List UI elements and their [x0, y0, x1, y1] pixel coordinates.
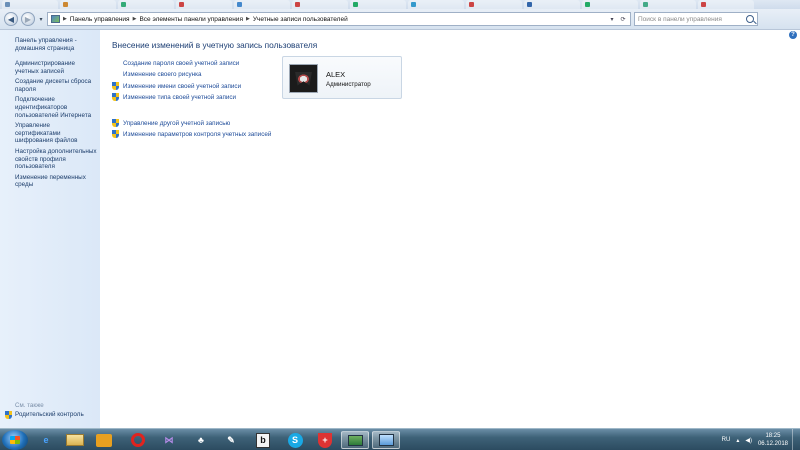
- environment-variables-link[interactable]: Изменение переменных среды: [15, 174, 97, 189]
- tab-strip-item: [350, 0, 406, 9]
- file-encryption-certificates-link[interactable]: Управление сертификатами шифрования файл…: [15, 122, 97, 145]
- left-task-links: Администрирование учетных записей Создан…: [15, 60, 97, 192]
- opera-icon[interactable]: [125, 431, 151, 449]
- notepad-icon[interactable]: b: [250, 431, 276, 449]
- task-label[interactable]: Изменение своего рисунка: [123, 71, 202, 78]
- task-change-type[interactable]: Изменение типа своей учетной записи: [112, 93, 236, 101]
- system-tray: RU ▴ ◀) 18:25 06.12.2018: [722, 429, 800, 450]
- show-desktop-button[interactable]: [792, 429, 800, 450]
- task-manage-other-account[interactable]: Управление другой учетной записью: [112, 119, 230, 127]
- background-tab-strip: [0, 0, 800, 9]
- parental-controls-item[interactable]: Родительский контроль: [5, 411, 84, 419]
- tab-strip-item: [234, 0, 290, 9]
- account-card: ALEX Администратор: [282, 56, 402, 99]
- control-panel-icon: [51, 15, 60, 23]
- page-title: Внесение изменений в учетную запись поль…: [112, 40, 318, 50]
- tab-strip-item: [524, 0, 580, 9]
- tab-strip-item: [698, 0, 754, 9]
- language-indicator[interactable]: RU: [722, 437, 731, 443]
- tab-strip-item: [408, 0, 464, 9]
- breadcrumb-separator[interactable]: ▶: [133, 16, 137, 22]
- account-role: Администратор: [326, 81, 371, 88]
- tab-strip-item: [60, 0, 116, 9]
- task-label[interactable]: Управление другой учетной записью: [123, 120, 230, 127]
- task-uac-settings[interactable]: Изменение параметров контроля учетных за…: [112, 130, 271, 138]
- breadcrumb-user-accounts[interactable]: Учетные записи пользователей: [253, 16, 348, 23]
- password-reset-disk-link[interactable]: Создание дискеты сброса пароля: [15, 78, 97, 93]
- breadcrumb-control-panel[interactable]: Панель управления: [70, 16, 130, 23]
- see-also-label: См. также: [15, 402, 44, 409]
- tab-strip-item: [582, 0, 638, 9]
- advanced-profile-properties-link[interactable]: Настройка дополнительных свойств профиля…: [15, 148, 97, 171]
- address-bar[interactable]: ▶ Панель управления ▶ Все элементы панел…: [47, 12, 631, 26]
- taskbar: e ⋈ ♣ ✎ b S + RU ▴ ◀) 18:25 06.12.2018: [0, 428, 800, 450]
- paint-icon[interactable]: ✎: [218, 431, 244, 449]
- control-panel-home-link[interactable]: Панель управления - домашняя страница: [15, 37, 97, 52]
- tab-strip-item: [466, 0, 522, 9]
- task-label[interactable]: Изменение имени своей учетной записи: [123, 83, 241, 90]
- file-explorer-icon[interactable]: [62, 431, 88, 449]
- volume-icon[interactable]: ◀): [745, 437, 752, 444]
- task-label[interactable]: Изменение параметров контроля учетных за…: [123, 131, 271, 138]
- search-icon[interactable]: [746, 15, 754, 23]
- help-icon[interactable]: ?: [789, 31, 797, 39]
- user-avatar: [289, 64, 318, 93]
- clock[interactable]: 18:25 06.12.2018: [758, 432, 788, 448]
- network-window-icon[interactable]: [372, 431, 400, 449]
- manage-accounts-link[interactable]: Администрирование учетных записей: [15, 60, 97, 75]
- uac-shield-icon: [112, 82, 119, 90]
- tab-strip-item: [640, 0, 696, 9]
- search-placeholder: Поиск в панели управления: [638, 15, 722, 23]
- search-input[interactable]: Поиск в панели управления: [634, 12, 758, 26]
- visual-studio-icon[interactable]: ⋈: [156, 431, 182, 449]
- recent-pages-dropdown[interactable]: ▾: [38, 16, 44, 23]
- clock-time: 18:25: [765, 433, 781, 439]
- refresh-icon[interactable]: ⟳: [619, 16, 627, 23]
- breadcrumb-separator[interactable]: ▶: [63, 16, 67, 22]
- tab-strip-item: [176, 0, 232, 9]
- task-label[interactable]: Изменение типа своей учетной записи: [123, 94, 236, 101]
- media-player-icon[interactable]: [91, 431, 117, 449]
- account-name: ALEX: [326, 70, 346, 79]
- tab-strip-item: [292, 0, 348, 9]
- left-task-pane: Панель управления - домашняя страница Ад…: [0, 30, 100, 428]
- uac-shield-icon: [112, 119, 119, 127]
- start-button[interactable]: [2, 430, 28, 450]
- parental-controls-link[interactable]: Родительский контроль: [15, 411, 84, 419]
- task-label[interactable]: Создание пароля своей учетной записи: [123, 60, 239, 67]
- task-change-picture[interactable]: Изменение своего рисунка: [112, 71, 202, 78]
- tab-strip-item: [118, 0, 174, 9]
- forward-button[interactable]: ▶: [21, 12, 35, 26]
- clock-date: 06.12.2018: [757, 441, 788, 447]
- game-icon[interactable]: ♣: [188, 431, 214, 449]
- control-panel-window-icon[interactable]: [341, 431, 369, 449]
- uac-shield-icon: [112, 93, 119, 101]
- online-ids-link[interactable]: Подключение идентификаторов пользователе…: [15, 96, 97, 119]
- task-create-password[interactable]: Создание пароля своей учетной записи: [112, 60, 239, 67]
- address-history-dropdown[interactable]: ▾: [608, 16, 616, 23]
- breadcrumb-all-items[interactable]: Все элементы панели управления: [139, 16, 243, 23]
- task-change-name[interactable]: Изменение имени своей учетной записи: [112, 82, 241, 90]
- shield-app-icon[interactable]: +: [312, 431, 338, 449]
- internet-explorer-icon[interactable]: e: [33, 431, 59, 449]
- tray-arrow-icon[interactable]: ▴: [736, 437, 739, 444]
- navigation-bar: ◀ ▶ ▾ ▶ Панель управления ▶ Все элементы…: [0, 9, 800, 30]
- skype-icon[interactable]: S: [282, 431, 308, 449]
- uac-shield-icon: [112, 130, 119, 138]
- back-button[interactable]: ◀: [4, 12, 18, 26]
- breadcrumb-separator[interactable]: ▶: [246, 16, 250, 22]
- tab-strip-item: [2, 0, 58, 9]
- uac-shield-icon: [5, 411, 12, 419]
